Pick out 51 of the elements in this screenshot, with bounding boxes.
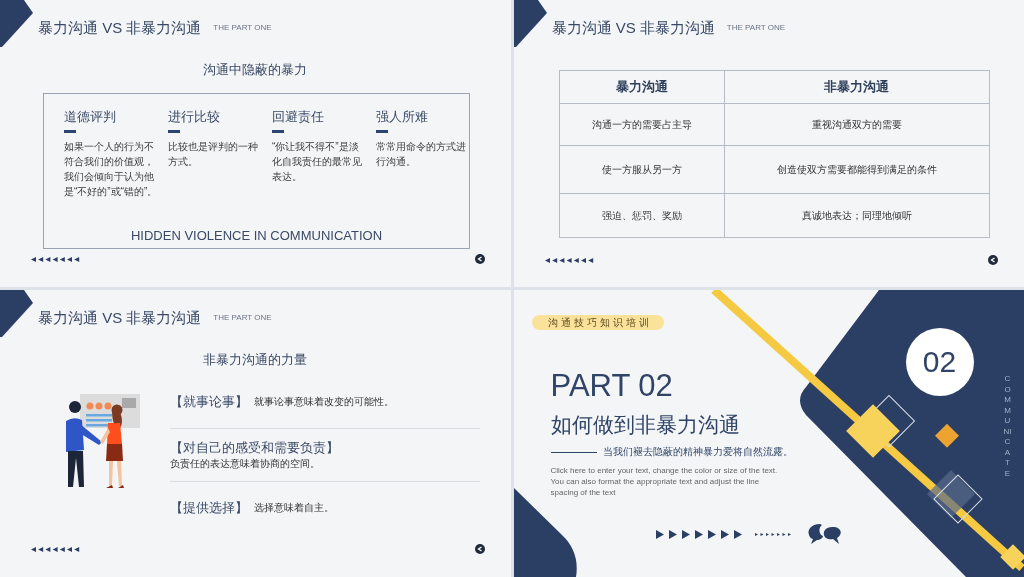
table-cell: 重视沟通双方的需要 — [724, 103, 989, 146]
block-title: 强人所难 — [376, 108, 429, 125]
table-cell: 创造使双方需要都能得到满足的条件 — [724, 145, 989, 194]
circle-arrow-icon — [474, 544, 485, 554]
block-text: 如果一个人的行为不符合我们的价值观，我们会倾向于认为他是“不好的”或“错的”。 — [64, 140, 159, 199]
cover-title: 如何做到非暴力沟通 — [550, 412, 740, 438]
section-heading: 非暴力沟通的力量 — [202, 352, 309, 368]
cover-subtitle: 当我们褪去隐蔽的精神暴力爱将自然流露。 — [602, 445, 793, 459]
table-cell: 真诚地表达；同理地倾听 — [724, 193, 989, 238]
circle-arrow-icon — [988, 255, 998, 265]
corner-decoration — [513, 0, 548, 48]
point-text: 选择意味着自主。 — [254, 501, 334, 515]
slide-title: 暴力沟通 VS 非暴力沟通 — [38, 309, 202, 326]
table-cell: 沟通一方的需要占主导 — [559, 103, 725, 146]
body-text: Click here to enter your text, change the color or size of the text. You can also format the appropriate text and adjust the line spacing of the text — [550, 465, 779, 498]
column-header: 暴力沟通 — [559, 70, 725, 104]
point-text: 负责任的表达意味着协商的空间。 — [170, 457, 320, 471]
arrows-icon — [544, 257, 595, 263]
training-tag: 沟通技巧知识培训 — [531, 315, 664, 330]
title-underline — [64, 130, 76, 133]
slide-subtitle: THE PART ONE — [213, 313, 272, 322]
title-underline — [376, 130, 388, 133]
corner-decoration — [0, 290, 34, 338]
table-cell: 强迫、惩罚、奖励 — [559, 193, 725, 238]
slide-title: 暴力沟通 VS 非暴力沟通 — [551, 19, 715, 36]
block-text: 比较也是评判的一种方式。 — [168, 140, 259, 169]
block-title: 回避责任 — [272, 108, 325, 125]
vertical-text: COMMUNICATE — [1003, 374, 1012, 479]
point-text: 就事论事意味着改变的可能性。 — [254, 395, 394, 409]
corner-decoration — [0, 0, 34, 48]
block-title: 进行比较 — [168, 108, 221, 125]
point-title: 【提供选择】 — [170, 499, 248, 517]
point-title: 【就事论事】 — [170, 393, 248, 411]
circle-arrow-icon — [474, 254, 485, 264]
arrows-icon — [31, 256, 81, 262]
title-underline — [168, 130, 180, 133]
title-underline — [272, 130, 284, 133]
table-cell: 使一方服从另一方 — [559, 145, 725, 194]
column-header: 非暴力沟通 — [724, 70, 989, 104]
arrows-icon — [31, 546, 81, 552]
slide-title: 暴力沟通 VS 非暴力沟通 — [38, 19, 202, 36]
caption: HIDDEN VIOLENCE IN COMMUNICATION — [129, 228, 384, 245]
block-text: “你让我不得不”是淡化自我责任的最常见表达。 — [272, 140, 363, 184]
section-heading: 沟通中隐蔽的暴力 — [202, 62, 309, 78]
slide-subtitle: THE PART ONE — [213, 23, 272, 32]
block-title: 道德评判 — [64, 108, 117, 125]
block-text: 常常用命令的方式进行沟通。 — [376, 140, 467, 169]
slide-subtitle: THE PART ONE — [726, 23, 786, 32]
point-title: 【对自己的感受和需要负责】 — [170, 439, 339, 457]
part-title: PART 02 — [550, 370, 673, 402]
arrows-icon — [655, 529, 794, 539]
